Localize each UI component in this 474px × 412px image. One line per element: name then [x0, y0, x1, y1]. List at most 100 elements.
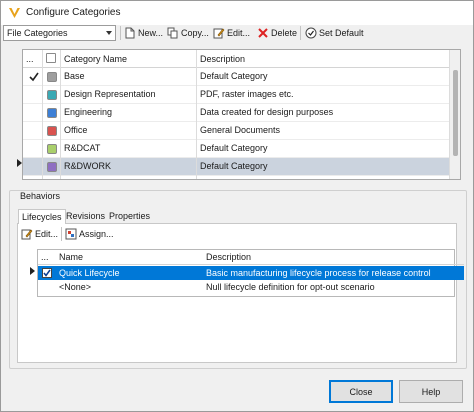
delete-button[interactable]: Delete	[255, 25, 299, 41]
category-name-cell: Office	[61, 122, 197, 140]
category-row[interactable]: Office General Documents	[23, 122, 460, 140]
help-button[interactable]: Help	[399, 380, 463, 403]
category-name-cell: Design Representation	[61, 86, 197, 104]
scrollbar-thumb[interactable]	[453, 70, 458, 156]
category-name-cell: R&DCAT	[61, 140, 197, 158]
default-cell	[23, 176, 43, 179]
category-type-value: File Categories	[7, 28, 68, 38]
category-name: Engineering	[64, 107, 113, 117]
configure-categories-dialog: Configure Categories File Categories New…	[0, 0, 474, 412]
category-description: PDF, raster images etc.	[197, 86, 450, 104]
new-button[interactable]: New...	[122, 25, 165, 41]
column-header-name[interactable]: Name	[59, 250, 199, 264]
column-header-select-all[interactable]	[43, 50, 61, 68]
vault-app-icon	[9, 8, 20, 18]
category-color-swatch	[47, 162, 57, 172]
lifecycle-row[interactable]: <None> Null lifecycle definition for opt-…	[38, 280, 464, 294]
swatch-cell	[43, 176, 61, 179]
new-document-icon	[125, 27, 135, 39]
behaviors-group-label: Behaviors	[18, 191, 63, 201]
assign-label: Assign...	[79, 229, 114, 239]
default-cell	[23, 86, 43, 104]
category-description: Standardized design data	[197, 176, 450, 179]
title-bar: Configure Categories	[1, 1, 473, 25]
categories-grid-header: ... Category Name Description	[23, 50, 460, 68]
category-name: Design Representation	[64, 89, 156, 99]
delete-x-icon	[258, 28, 268, 38]
column-header-default[interactable]: ...	[41, 250, 53, 264]
column-header-default[interactable]: ...	[23, 50, 43, 68]
categories-vertical-scrollbar[interactable]	[450, 50, 460, 179]
current-row-indicator-icon	[17, 159, 22, 167]
default-check-icon	[29, 72, 39, 82]
default-check-icon	[42, 268, 52, 278]
delete-label: Delete	[271, 28, 298, 38]
category-color-swatch	[47, 108, 57, 118]
copy-icon	[167, 27, 178, 39]
category-name: Base	[64, 71, 85, 81]
chevron-down-icon	[106, 31, 112, 35]
copy-button[interactable]: Copy...	[165, 25, 211, 41]
category-row[interactable]: R&DCAT Default Category	[23, 140, 460, 158]
swatch-cell	[43, 140, 61, 158]
category-type-select[interactable]: File Categories	[3, 25, 116, 41]
tab-revisions[interactable]: Revisions	[63, 209, 108, 224]
category-row[interactable]: Standard Standardized design data	[23, 176, 460, 179]
close-button[interactable]: Close	[329, 380, 393, 403]
assign-icon	[65, 228, 77, 240]
window-title: Configure Categories	[26, 7, 121, 18]
copy-label: Copy...	[181, 28, 209, 38]
category-name-cell: Standard	[61, 176, 197, 179]
tab-lifecycles[interactable]: Lifecycles	[18, 209, 66, 224]
select-all-checkbox[interactable]	[46, 53, 56, 63]
category-name: R&DWORK	[64, 161, 111, 171]
default-cell	[23, 140, 43, 158]
category-color-swatch	[47, 126, 57, 136]
new-label: New...	[138, 28, 164, 38]
category-row[interactable]: Base Default Category	[23, 68, 460, 86]
swatch-cell	[43, 104, 61, 122]
category-description: Default Category	[197, 140, 450, 158]
category-color-swatch	[47, 72, 57, 82]
lifecycle-name: Quick Lifecycle	[59, 268, 120, 278]
swatch-cell	[43, 86, 61, 104]
default-cell	[23, 68, 43, 86]
column-header-description[interactable]: Description	[206, 250, 446, 264]
category-description: General Documents	[197, 122, 450, 140]
category-description: Data created for design purposes	[197, 104, 450, 122]
edit-pencil-icon	[213, 28, 225, 39]
toolbar-separator	[120, 26, 121, 40]
column-header-category-name[interactable]: Category Name	[61, 50, 197, 68]
lifecycle-description: Basic manufacturing lifecycle process fo…	[206, 268, 431, 278]
lifecycle-name: <None>	[59, 282, 92, 292]
categories-grid: ... Category Name Description Base Defaul…	[22, 49, 461, 180]
category-name: Office	[64, 125, 88, 135]
swatch-cell	[43, 122, 61, 140]
toolbar-separator	[61, 227, 62, 241]
swatch-cell	[43, 68, 61, 86]
lifecycle-default-cell	[41, 280, 55, 294]
lifecycle-edit-button[interactable]: Edit...	[19, 226, 60, 242]
category-row[interactable]: R&DWORK Default Category	[23, 158, 460, 176]
assign-button[interactable]: Assign...	[63, 226, 116, 242]
category-name-cell: Base	[61, 68, 197, 86]
category-name: R&DCAT	[64, 143, 101, 153]
edit-label: Edit...	[227, 28, 251, 38]
lifecycle-row[interactable]: Quick Lifecycle Basic manufacturing lifec…	[38, 266, 464, 280]
tab-properties[interactable]: Properties	[106, 209, 153, 224]
column-header-description[interactable]: Description	[197, 50, 450, 68]
lifecycle-description: Null lifecycle definition for opt-out sc…	[206, 282, 375, 292]
category-name-cell: Engineering	[61, 104, 197, 122]
toolbar: File Categories New... Copy... Edit... D…	[1, 25, 473, 41]
default-cell	[23, 158, 43, 176]
category-row[interactable]: Engineering Data created for design purpo…	[23, 104, 460, 122]
category-row[interactable]: Design Representation PDF, raster images …	[23, 86, 460, 104]
lifecycles-grid: ... Name Description Quick Lifecycle Basi…	[37, 249, 464, 297]
set-default-button[interactable]: Set Default	[303, 25, 366, 41]
category-description: Default Category	[197, 68, 450, 86]
edit-button[interactable]: Edit...	[211, 25, 252, 41]
toolbar-separator	[300, 26, 301, 40]
swatch-cell	[43, 158, 61, 176]
edit-pencil-icon	[21, 229, 33, 240]
lifecycle-edit-label: Edit...	[35, 229, 59, 239]
